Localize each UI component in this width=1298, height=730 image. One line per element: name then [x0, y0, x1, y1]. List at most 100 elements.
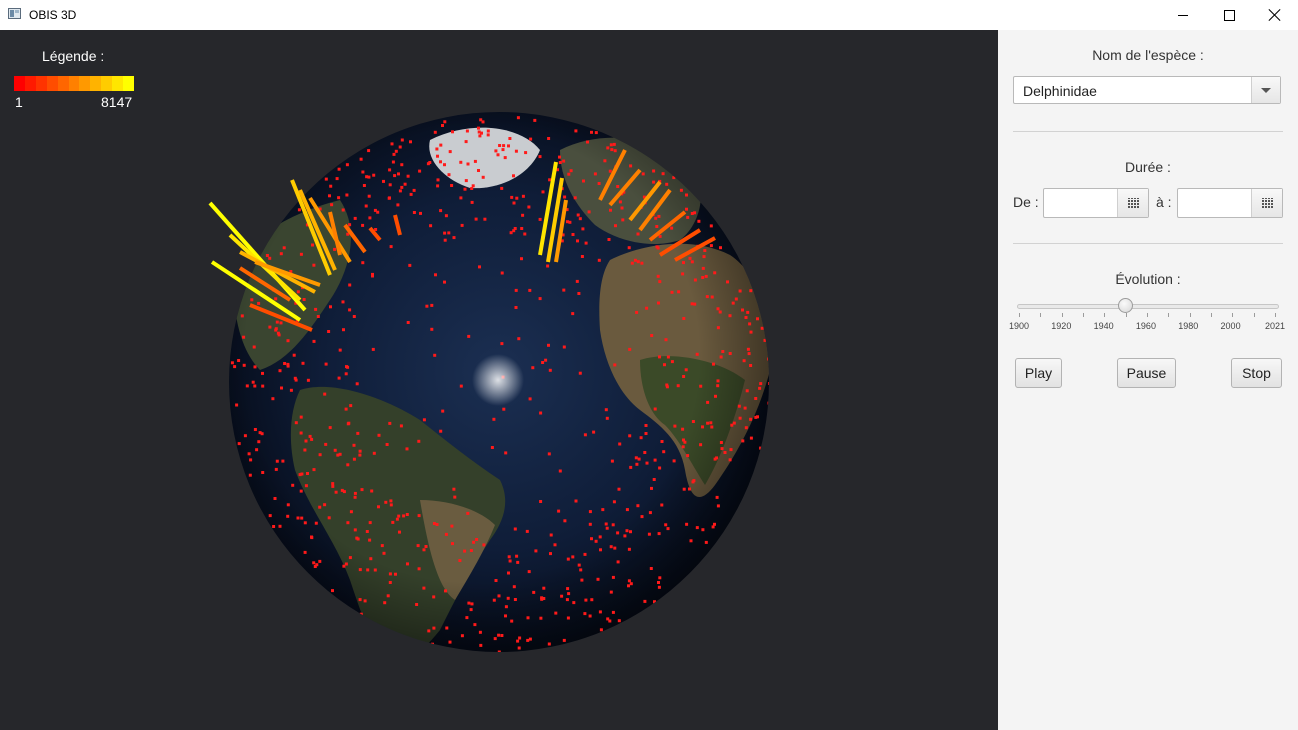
legend-swatch: [14, 76, 25, 91]
occurrence-marker: [469, 608, 473, 612]
species-combobox[interactable]: Delphinidae: [1013, 76, 1281, 104]
occurrence-marker: [405, 447, 409, 451]
species-dropdown-button[interactable]: [1251, 77, 1280, 103]
occurrence-marker: [365, 530, 369, 533]
occurrence-marker: [597, 182, 601, 185]
occurrence-marker: [453, 495, 457, 499]
occurrence-marker: [240, 314, 244, 318]
occurrence-marker: [475, 538, 479, 541]
to-date-calendar-button[interactable]: [1251, 189, 1282, 217]
occurrence-marker: [464, 140, 468, 144]
occurrence-marker: [338, 452, 342, 456]
occurrence-marker: [606, 146, 610, 150]
occurrence-marker: [318, 505, 322, 509]
occurrence-marker: [652, 180, 656, 184]
occurrence-marker: [483, 217, 487, 221]
occurrence-marker: [521, 194, 525, 198]
occurrence-marker: [364, 204, 368, 208]
globe-canvas[interactable]: [0, 30, 998, 730]
occurrence-marker: [635, 310, 639, 314]
occurrence-marker: [547, 137, 551, 140]
occurrence-marker: [643, 599, 647, 603]
occurrence-marker: [448, 640, 452, 644]
occurrence-marker: [436, 154, 439, 158]
occurrence-marker: [417, 514, 421, 518]
occurrence-marker: [524, 151, 528, 155]
occurrence-marker: [303, 521, 307, 525]
occurrence-marker: [654, 216, 658, 220]
occurrence-marker: [645, 461, 649, 465]
occurrence-marker: [323, 503, 327, 507]
occurrence-marker: [520, 257, 523, 261]
occurrence-marker: [709, 421, 713, 425]
occurrence-marker: [427, 629, 431, 633]
occurrence-marker: [507, 571, 510, 575]
occurrence-marker: [412, 188, 416, 192]
play-button[interactable]: Play: [1015, 358, 1062, 388]
occurrence-marker: [639, 436, 643, 440]
occurrence-marker: [465, 616, 469, 620]
occurrence-marker: [382, 551, 386, 555]
occurrence-marker: [286, 364, 290, 368]
occurrence-marker: [409, 140, 412, 144]
occurrence-marker: [368, 521, 372, 525]
occurrence-marker: [493, 637, 497, 641]
from-date-picker[interactable]: [1043, 188, 1149, 218]
occurrence-marker: [372, 173, 376, 177]
occurrence-marker: [257, 301, 261, 305]
occurrence-marker: [426, 162, 430, 166]
occurrence-marker: [657, 585, 661, 589]
occurrence-marker: [507, 555, 511, 559]
occurrence-marker: [299, 252, 303, 256]
to-date-picker[interactable]: [1177, 188, 1283, 218]
slider-tick-label: 2021: [1264, 321, 1286, 331]
occurrence-marker: [704, 274, 708, 278]
occurrence-marker: [737, 404, 741, 408]
occurrence-marker: [670, 290, 674, 294]
occurrence-marker: [657, 532, 661, 536]
occurrence-marker: [758, 386, 762, 390]
occurrence-marker: [616, 531, 620, 535]
maximize-button[interactable]: [1206, 0, 1252, 30]
occurrence-marker: [677, 290, 681, 294]
occurrence-marker: [361, 170, 365, 174]
occurrence-marker: [657, 301, 660, 305]
occurrence-marker: [346, 463, 350, 467]
slider-tick-label: 1900: [1008, 321, 1030, 331]
occurrence-marker: [500, 342, 504, 346]
occurrence-marker: [599, 548, 602, 552]
occurrence-marker: [368, 538, 372, 542]
occurrence-marker: [253, 384, 257, 388]
occurrence-marker: [617, 487, 621, 491]
occurrence-marker: [655, 245, 659, 249]
occurrence-marker: [434, 273, 437, 277]
occurrence-marker: [710, 425, 714, 429]
evolution-slider-thumb[interactable]: [1117, 298, 1133, 313]
occurrence-marker: [353, 491, 357, 495]
occurrence-marker: [329, 184, 333, 188]
occurrence-marker: [661, 172, 665, 176]
occurrence-marker: [649, 567, 653, 570]
minimize-icon: [1178, 14, 1188, 16]
stop-button[interactable]: Stop: [1231, 358, 1282, 388]
occurrence-marker: [714, 394, 717, 398]
occurrence-marker: [406, 321, 410, 324]
chevron-down-icon: [1261, 88, 1271, 93]
occurrence-marker: [593, 172, 597, 176]
slider-tick-label: 1920: [1051, 321, 1072, 331]
occurrence-marker: [324, 442, 328, 446]
occurrence-marker: [504, 605, 508, 609]
minimize-button[interactable]: [1160, 0, 1206, 30]
occurrence-marker: [640, 515, 644, 519]
globe-viewport[interactable]: Légende : 1 8147: [0, 30, 998, 730]
occurrence-marker: [623, 534, 627, 538]
occurrence-marker: [658, 234, 662, 238]
occurrence-marker: [665, 182, 669, 186]
occurrence-marker: [419, 211, 422, 215]
from-date-calendar-button[interactable]: [1117, 189, 1148, 217]
pause-button[interactable]: Pause: [1117, 358, 1176, 388]
evolution-slider-track[interactable]: [1017, 304, 1279, 309]
occurrence-marker: [308, 434, 312, 438]
close-button[interactable]: [1252, 0, 1298, 30]
occurrence-marker: [526, 616, 530, 620]
